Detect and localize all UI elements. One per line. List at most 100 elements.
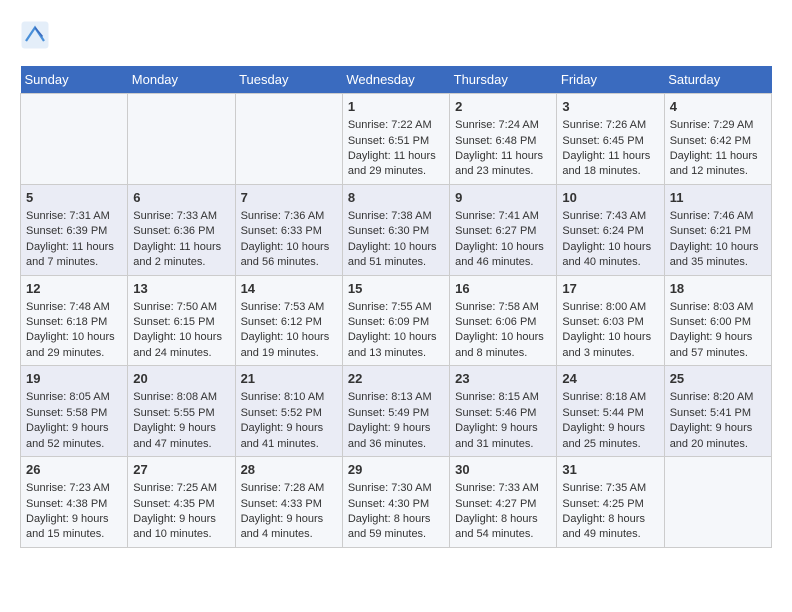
calendar-cell: 1Sunrise: 7:22 AMSunset: 6:51 PMDaylight… [342, 94, 449, 185]
logo-icon [20, 20, 50, 50]
day-number: 21 [241, 370, 337, 388]
cell-text: Sunset: 6:12 PM [241, 315, 337, 330]
day-number: 15 [348, 280, 444, 298]
cell-text: Daylight: 10 hours [241, 330, 337, 345]
day-number: 10 [562, 189, 658, 207]
cell-text: and 4 minutes. [241, 527, 337, 542]
calendar-cell: 25Sunrise: 8:20 AMSunset: 5:41 PMDayligh… [664, 366, 771, 457]
calendar-header: SundayMondayTuesdayWednesdayThursdayFrid… [21, 66, 772, 94]
day-number: 23 [455, 370, 551, 388]
day-number: 27 [133, 461, 229, 479]
day-number: 11 [670, 189, 766, 207]
cell-text: Sunset: 6:45 PM [562, 134, 658, 149]
cell-text: Daylight: 10 hours [670, 240, 766, 255]
cell-text: Daylight: 11 hours [455, 149, 551, 164]
cell-text: Sunset: 6:36 PM [133, 224, 229, 239]
cell-text: Sunset: 5:49 PM [348, 406, 444, 421]
cell-text: Sunrise: 8:13 AM [348, 390, 444, 405]
cell-text: Sunrise: 7:29 AM [670, 118, 766, 133]
calendar-week-row: 19 Sunrise: 8:05 AMSunset: 5:58 PM Dayligh… [21, 366, 772, 457]
day-number: 3 [562, 98, 658, 116]
cell-text: Daylight: 10 hours [455, 240, 551, 255]
cell-text: Sunrise: 8:05 AM [26, 390, 122, 405]
cell-text: and 18 minutes. [562, 164, 658, 179]
cell-text: Daylight: 8 hours [562, 512, 658, 527]
cell-text: and 46 minutes. [455, 255, 551, 270]
cell-text: and 40 minutes. [562, 255, 658, 270]
logo [20, 20, 54, 50]
calendar-cell: 15Sunrise: 7:55 AMSunset: 6:09 PMDayligh… [342, 275, 449, 366]
cell-text: Sunrise: 7:26 AM [562, 118, 658, 133]
weekday-header: Sunday [21, 66, 128, 94]
calendar-cell: 21Sunrise: 8:10 AMSunset: 5:52 PMDayligh… [235, 366, 342, 457]
cell-text: Sunset: 6:42 PM [670, 134, 766, 149]
cell-text: and 29 minutes. [348, 164, 444, 179]
cell-text: Sunset: 6:18 PM [26, 315, 122, 330]
cell-text: and 29 minutes. [26, 346, 122, 361]
cell-text: Sunset: 6:09 PM [348, 315, 444, 330]
calendar-table: SundayMondayTuesdayWednesdayThursdayFrid… [20, 66, 772, 548]
cell-text: and 41 minutes. [241, 437, 337, 452]
cell-text: Sunrise: 7:25 AM [133, 481, 229, 496]
cell-text: and 20 minutes. [670, 437, 766, 452]
cell-text: Sunrise: 7:36 AM [241, 209, 337, 224]
cell-text: Sunrise: 7:22 AM [348, 118, 444, 133]
calendar-cell [664, 457, 771, 548]
cell-text: Sunrise: 7:43 AM [562, 209, 658, 224]
day-number: 14 [241, 280, 337, 298]
day-number: 4 [670, 98, 766, 116]
cell-text: and 7 minutes. [26, 255, 122, 270]
cell-text: Sunrise: 7:31 AM [26, 209, 122, 224]
cell-text: Sunset: 5:46 PM [455, 406, 551, 421]
calendar-cell: 9Sunrise: 7:41 AMSunset: 6:27 PMDaylight… [450, 184, 557, 275]
cell-text: Daylight: 10 hours [562, 240, 658, 255]
cell-text: and 23 minutes. [455, 164, 551, 179]
calendar-cell: 23Sunrise: 8:15 AMSunset: 5:46 PMDayligh… [450, 366, 557, 457]
day-number: 31 [562, 461, 658, 479]
calendar-cell: 14Sunrise: 7:53 AMSunset: 6:12 PMDayligh… [235, 275, 342, 366]
cell-text: Sunset: 6:51 PM [348, 134, 444, 149]
cell-text: Sunset: 4:38 PM [26, 497, 122, 512]
calendar-cell: 8Sunrise: 7:38 AMSunset: 6:30 PMDaylight… [342, 184, 449, 275]
cell-text: Daylight: 11 hours [26, 240, 122, 255]
calendar-cell: 30Sunrise: 7:33 AMSunset: 4:27 PMDayligh… [450, 457, 557, 548]
cell-text: and 52 minutes. [26, 437, 122, 452]
cell-text: Sunrise: 7:38 AM [348, 209, 444, 224]
calendar-body: 1 Sunrise: 7:22 AMSunset: 6:51 PM Daylight… [21, 94, 772, 548]
day-number: 29 [348, 461, 444, 479]
cell-text: Sunrise: 8:00 AM [562, 300, 658, 315]
cell-text: Sunset: 6:30 PM [348, 224, 444, 239]
calendar-cell: 31Sunrise: 7:35 AMSunset: 4:25 PMDayligh… [557, 457, 664, 548]
day-number: 22 [348, 370, 444, 388]
cell-text: and 19 minutes. [241, 346, 337, 361]
cell-text: Daylight: 10 hours [133, 330, 229, 345]
cell-text: Sunset: 6:06 PM [455, 315, 551, 330]
day-number: 19 [26, 370, 122, 388]
calendar-cell: 16Sunrise: 7:58 AMSunset: 6:06 PMDayligh… [450, 275, 557, 366]
cell-text: Sunrise: 7:24 AM [455, 118, 551, 133]
cell-text: Daylight: 9 hours [670, 421, 766, 436]
calendar-cell: 3Sunrise: 7:26 AMSunset: 6:45 PMDaylight… [557, 94, 664, 185]
day-number: 1 [348, 98, 444, 116]
cell-text: and 24 minutes. [133, 346, 229, 361]
cell-text: and 59 minutes. [348, 527, 444, 542]
calendar-week-row: 12Sunrise: 7:48 AMSunset: 6:18 PMDayligh… [21, 275, 772, 366]
day-number: 6 [133, 189, 229, 207]
cell-text: Daylight: 10 hours [348, 240, 444, 255]
cell-text: Sunset: 5:58 PM [26, 406, 122, 421]
cell-text: and 10 minutes. [133, 527, 229, 542]
cell-text: Sunset: 5:55 PM [133, 406, 229, 421]
cell-text: Sunset: 6:15 PM [133, 315, 229, 330]
cell-text: Daylight: 9 hours [670, 330, 766, 345]
cell-text: Sunset: 5:41 PM [670, 406, 766, 421]
calendar-cell: 10Sunrise: 7:43 AMSunset: 6:24 PMDayligh… [557, 184, 664, 275]
cell-text: Sunset: 6:00 PM [670, 315, 766, 330]
cell-text: Daylight: 10 hours [241, 240, 337, 255]
day-number: 9 [455, 189, 551, 207]
calendar-cell [235, 94, 342, 185]
cell-text: Sunset: 6:03 PM [562, 315, 658, 330]
weekday-header: Wednesday [342, 66, 449, 94]
weekday-header: Tuesday [235, 66, 342, 94]
weekday-header: Friday [557, 66, 664, 94]
cell-text: Sunrise: 8:18 AM [562, 390, 658, 405]
